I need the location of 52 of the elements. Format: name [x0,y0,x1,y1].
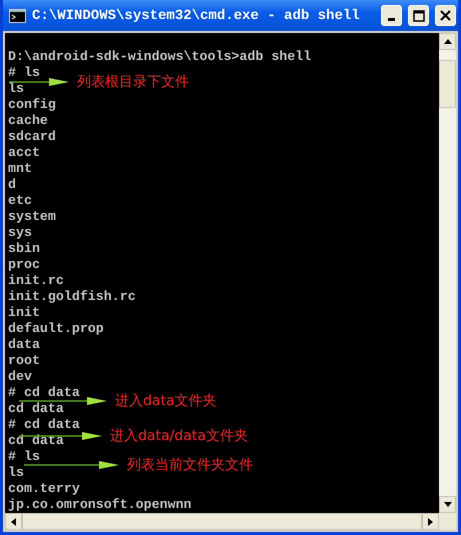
console-line: etc [8,193,32,209]
left-arrow-icon [11,518,16,526]
console-line: sbin [8,241,40,257]
annotation-text: 进入data文件夹 [115,392,217,410]
console-line: cd data [8,401,64,417]
console-line: sys [8,225,32,241]
console-line: init [8,305,40,321]
scroll-right-button[interactable] [422,513,439,530]
console-icon [9,8,26,22]
console-line: ls [8,81,24,97]
console-line: data [8,337,40,353]
scroll-down-button[interactable] [439,496,456,513]
maximize-icon [412,10,424,22]
console-line: default.prop [8,321,104,337]
scroll-left-button[interactable] [5,513,22,530]
scroll-up-button[interactable] [439,33,456,50]
console-line: init.goldfish.rc [8,289,136,305]
console-line: d [8,177,16,193]
resize-grip[interactable] [439,513,456,530]
console-line: ls [8,465,24,481]
minimize-icon [388,18,395,21]
vertical-scrollbar[interactable] [439,33,456,513]
console-line: sdcard [8,129,56,145]
down-arrow-icon [444,502,452,507]
console-line: com.terry [8,481,80,497]
console-line: init.rc [8,273,64,289]
console-line: acct [8,145,40,161]
console-line: config [8,97,56,113]
scroll-thumb[interactable] [439,60,456,108]
console-line: cd data [8,433,64,449]
console-line: cache [8,113,48,129]
annotation-text: 列表根目录下文件 [77,73,189,91]
annotation-text: 进入data/data文件夹 [110,427,248,445]
console-line: # ls [8,65,40,81]
console-line: dev [8,369,32,385]
annotation-text: 列表当前文件夹文件 [127,456,253,474]
console-line: # cd data [8,385,80,401]
close-button[interactable] [435,5,456,26]
console-line: system [8,209,56,225]
console-line: jp.co.omronsoft.openwnn [8,497,192,513]
console-line: # ls [8,449,40,465]
console-line: D:\android-sdk-windows\tools>adb shell [8,49,312,65]
close-icon [440,10,451,21]
maximize-button[interactable] [408,5,429,26]
console-line: root [8,353,40,369]
up-arrow-icon [444,39,452,44]
minimize-button[interactable] [381,5,402,26]
console-line: mnt [8,161,32,177]
console-line: proc [8,257,40,273]
right-arrow-icon [428,518,433,526]
console-line: # cd data [8,417,80,433]
window-title: C:\WINDOWS\system32\cmd.exe - adb shell [32,8,361,24]
